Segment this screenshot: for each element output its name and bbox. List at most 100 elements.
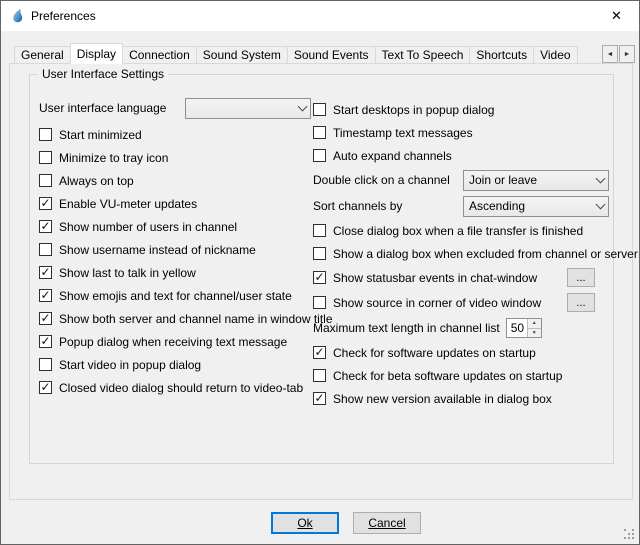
resize-grip[interactable]: [624, 529, 635, 540]
checkbox-unchecked-icon[interactable]: [39, 243, 52, 256]
title-bar[interactable]: Preferences ✕: [1, 1, 639, 31]
left-checkbox-list: Start minimized Minimize to tray icon Alwa…: [39, 123, 311, 399]
max-text-length-spinner[interactable]: 50 ▲ ▼: [506, 318, 542, 338]
spin-down-icon[interactable]: ▼: [528, 329, 541, 338]
checkbox-label: Show both server and channel name in win…: [59, 312, 333, 326]
checkbox-checked-icon[interactable]: ✓: [39, 266, 52, 279]
checkbox-row[interactable]: Start desktops in popup dialog: [313, 98, 609, 121]
checkbox-unchecked-icon[interactable]: [313, 149, 326, 162]
checkbox-row[interactable]: Start video in popup dialog: [39, 353, 311, 376]
checkbox-unchecked-icon[interactable]: [39, 358, 52, 371]
spin-up-icon[interactable]: ▲: [528, 319, 541, 329]
chevron-down-icon: [592, 197, 608, 216]
checkbox-row[interactable]: ✓ Check for software updates on startup: [313, 341, 609, 364]
tab-video[interactable]: Video: [533, 46, 577, 64]
checkbox-unchecked-icon[interactable]: [313, 126, 326, 139]
spinner-buttons: ▲ ▼: [527, 319, 541, 337]
checkbox-row[interactable]: Show source in corner of video window...: [313, 290, 609, 315]
tab-scroll-left-button[interactable]: ◄: [602, 45, 618, 63]
more-options-button[interactable]: ...: [567, 293, 595, 312]
max-text-length-label: Maximum text length in channel list: [313, 321, 500, 335]
cancel-button-label: Cancel: [368, 516, 405, 530]
group-user-interface-settings: User Interface Settings User interface l…: [29, 74, 614, 464]
checkbox-row[interactable]: Close dialog box when a file transfer is…: [313, 219, 609, 242]
checkbox-row[interactable]: Check for beta software updates on start…: [313, 364, 609, 387]
sort-channels-combobox-value: Ascending: [469, 199, 592, 213]
checkbox-checked-icon[interactable]: ✓: [39, 381, 52, 394]
checkbox-checked-icon[interactable]: ✓: [39, 197, 52, 210]
checkbox-unchecked-icon[interactable]: [39, 151, 52, 164]
max-text-length-value: 50: [507, 319, 527, 337]
tab-scroll-buttons: ◄ ►: [601, 45, 635, 63]
checkbox-unchecked-icon[interactable]: [313, 247, 326, 260]
checkbox-row[interactable]: ✓ Enable VU-meter updates: [39, 192, 311, 215]
checkbox-label: Enable VU-meter updates: [59, 197, 197, 211]
checkbox-row[interactable]: ✓ Popup dialog when receiving text messag…: [39, 330, 311, 353]
checkbox-checked-icon[interactable]: ✓: [39, 289, 52, 302]
checkbox-label: Show number of users in channel: [59, 220, 237, 234]
right-checkbox-list-mid: Close dialog box when a file transfer is…: [313, 219, 609, 265]
checkbox-unchecked-icon[interactable]: [313, 224, 326, 237]
checkbox-label: Start desktops in popup dialog: [333, 103, 494, 117]
ok-button-label: Ok: [297, 516, 312, 530]
right-checkbox-list-top: Start desktops in popup dialog Timestamp …: [313, 98, 609, 167]
tab-scroll-right-button[interactable]: ►: [619, 45, 635, 63]
cancel-button[interactable]: Cancel: [353, 512, 421, 534]
checkbox-label: Show statusbar events in chat-window: [333, 271, 537, 285]
checkbox-row[interactable]: Start minimized: [39, 123, 311, 146]
checkbox-checked-icon[interactable]: ✓: [39, 312, 52, 325]
window-title: Preferences: [31, 9, 96, 23]
tab-text-to-speech[interactable]: Text To Speech: [375, 46, 471, 64]
checkbox-label: Minimize to tray icon: [59, 151, 168, 165]
checkbox-row[interactable]: ✓Show both server and channel name in wi…: [39, 307, 311, 330]
sort-channels-combobox[interactable]: Ascending: [463, 196, 609, 217]
close-icon[interactable]: ✕: [594, 1, 639, 31]
checkbox-label: Timestamp text messages: [333, 126, 473, 140]
checkbox-label: Show last to talk in yellow: [59, 266, 196, 280]
tab-shortcuts[interactable]: Shortcuts: [469, 46, 534, 64]
checkbox-label: Check for software updates on startup: [333, 346, 536, 360]
app-icon: [9, 8, 25, 24]
checkbox-unchecked-icon[interactable]: [313, 103, 326, 116]
checkbox-label: Popup dialog when receiving text message: [59, 335, 287, 349]
checkbox-label: Start minimized: [59, 128, 142, 142]
more-options-button[interactable]: ...: [567, 268, 595, 287]
checkbox-row[interactable]: Show username instead of nickname: [39, 238, 311, 261]
checkbox-unchecked-icon[interactable]: [313, 369, 326, 382]
tab-connection[interactable]: Connection: [122, 46, 197, 64]
checkbox-row[interactable]: Minimize to tray icon: [39, 146, 311, 169]
checkbox-row[interactable]: Show a dialog box when excluded from cha…: [313, 242, 609, 265]
checkbox-label: Always on top: [59, 174, 134, 188]
tab-page-display: User Interface Settings User interface l…: [9, 63, 633, 500]
double-click-combobox-value: Join or leave: [469, 173, 592, 187]
checkbox-row[interactable]: ✓Show emojis and text for channel/user s…: [39, 284, 311, 307]
checkbox-row[interactable]: ✓Show new version available in dialog bo…: [313, 387, 609, 410]
checkbox-row[interactable]: ✓ Show number of users in channel: [39, 215, 311, 238]
checkbox-row[interactable]: Auto expand channels: [313, 144, 609, 167]
tab-general[interactable]: General: [14, 46, 71, 64]
checkbox-row[interactable]: ✓ Show statusbar events in chat-window...: [313, 265, 609, 290]
checkbox-label: Show username instead of nickname: [59, 243, 256, 257]
checkbox-unchecked-icon[interactable]: [313, 296, 326, 309]
checkbox-row[interactable]: Timestamp text messages: [313, 121, 609, 144]
sort-channels-row: Sort channels by Ascending: [313, 193, 609, 219]
checkbox-checked-icon[interactable]: ✓: [39, 220, 52, 233]
checkbox-checked-icon[interactable]: ✓: [313, 392, 326, 405]
checkbox-row[interactable]: ✓Closed video dialog should return to vi…: [39, 376, 311, 399]
checkbox-unchecked-icon[interactable]: [39, 128, 52, 141]
double-click-combobox[interactable]: Join or leave: [463, 170, 609, 191]
tab-display[interactable]: Display: [70, 43, 123, 64]
checkbox-row[interactable]: ✓ Show last to talk in yellow: [39, 261, 311, 284]
checkbox-checked-icon[interactable]: ✓: [313, 271, 326, 284]
preferences-dialog: Preferences ✕ GeneralDisplayConnectionSo…: [0, 0, 640, 545]
ok-button[interactable]: Ok: [271, 512, 339, 534]
checkbox-row[interactable]: Always on top: [39, 169, 311, 192]
tab-sound-events[interactable]: Sound Events: [287, 46, 376, 64]
checkbox-unchecked-icon[interactable]: [39, 174, 52, 187]
left-column: User interface language Start minimizedM…: [39, 95, 311, 399]
tab-sound-system[interactable]: Sound System: [196, 46, 288, 64]
checkbox-label: Auto expand channels: [333, 149, 452, 163]
checkbox-checked-icon[interactable]: ✓: [313, 346, 326, 359]
checkbox-checked-icon[interactable]: ✓: [39, 335, 52, 348]
language-combobox[interactable]: [185, 98, 311, 119]
